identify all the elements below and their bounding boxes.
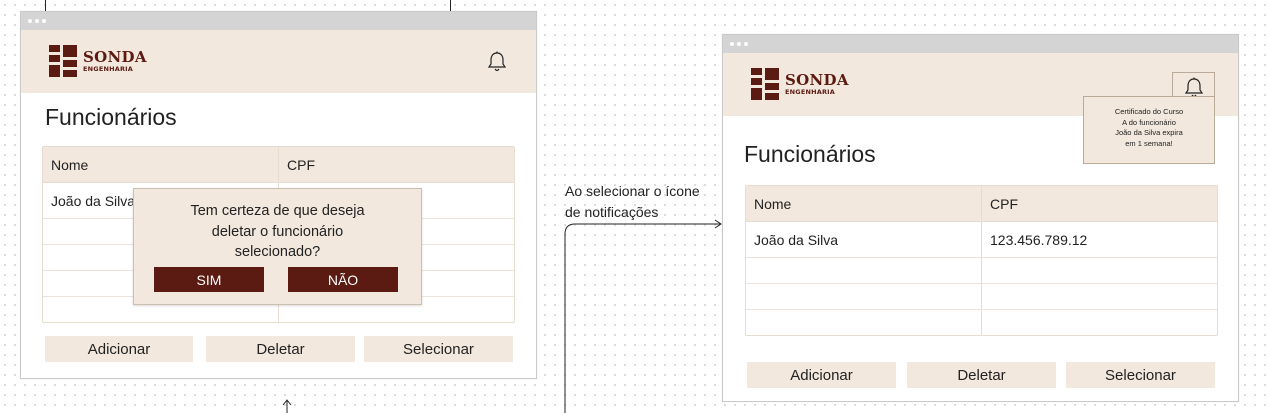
logo[interactable]: SONDA ENGENHARIA bbox=[751, 68, 849, 100]
select-button[interactable]: Selecionar bbox=[364, 336, 513, 362]
table-row[interactable] bbox=[746, 258, 1217, 284]
bell-icon[interactable] bbox=[487, 51, 507, 73]
window-titlebar bbox=[723, 35, 1238, 53]
notification-line2: A do funcionário bbox=[1122, 117, 1176, 127]
add-button[interactable]: Adicionar bbox=[747, 362, 896, 388]
confirm-no-button[interactable]: NÃO bbox=[288, 267, 398, 292]
page-title: Funcionários bbox=[45, 104, 177, 130]
delete-button[interactable]: Deletar bbox=[907, 362, 1056, 388]
table-row[interactable] bbox=[746, 310, 1217, 335]
logo-title: SONDA bbox=[785, 70, 849, 89]
column-header-name[interactable]: Nome bbox=[43, 147, 279, 182]
notification-popover: Certificado do Curso A do funcionário Jo… bbox=[1083, 96, 1215, 164]
dialog-text-line2: deletar o funcionário bbox=[211, 223, 344, 240]
table-header: Nome CPF bbox=[746, 186, 1217, 222]
logo[interactable]: SONDA ENGENHARIA bbox=[49, 45, 147, 77]
logo-title: SONDA bbox=[83, 47, 147, 66]
add-button[interactable]: Adicionar bbox=[45, 336, 193, 362]
notification-line1: Certificado do Curso bbox=[1114, 107, 1184, 116]
table-row[interactable] bbox=[746, 284, 1217, 310]
logo-subtitle: ENGENHARIA bbox=[83, 64, 134, 73]
select-button[interactable]: Selecionar bbox=[1066, 362, 1215, 388]
delete-button[interactable]: Deletar bbox=[206, 336, 355, 362]
column-header-name[interactable]: Nome bbox=[746, 186, 982, 221]
annotation-note: Ao selecionar o ícone de notificações bbox=[565, 181, 700, 223]
notification-line3: João da Silva expira bbox=[1115, 128, 1183, 137]
logo-subtitle: ENGENHARIA bbox=[785, 87, 836, 96]
notification-line4: em 1 semana! bbox=[1125, 138, 1173, 148]
annotation-line1: Ao selecionar o ícone bbox=[565, 183, 700, 199]
dialog-text-line1: Tem certeza de que deseja bbox=[190, 203, 365, 219]
employees-table: Nome CPF João da Silva 123.456.789.12 bbox=[745, 185, 1218, 336]
right-window: SONDA ENGENHARIA Funcionários Nome CPF J… bbox=[722, 34, 1239, 402]
window-titlebar bbox=[21, 12, 536, 30]
column-header-cpf[interactable]: CPF bbox=[982, 186, 1217, 221]
confirm-yes-button[interactable]: SIM bbox=[154, 267, 264, 292]
logo-mark-icon bbox=[751, 68, 779, 100]
annotation-line2: de notificações bbox=[565, 204, 659, 220]
window-dots bbox=[730, 42, 748, 46]
cell-name: João da Silva bbox=[746, 222, 982, 257]
page-title: Funcionários bbox=[744, 141, 876, 167]
dialog-text-line3: selecionado? bbox=[234, 244, 321, 260]
cell-cpf: 123.456.789.12 bbox=[990, 231, 1088, 248]
confirm-delete-dialog: Tem certeza de que deseja deletar o func… bbox=[133, 188, 422, 305]
logo-mark-icon bbox=[49, 45, 77, 77]
arrow-up-icon bbox=[282, 399, 292, 413]
column-header-cpf[interactable]: CPF bbox=[279, 147, 514, 182]
table-row[interactable]: João da Silva 123.456.789.12 bbox=[746, 222, 1217, 258]
arrow-right-icon bbox=[564, 219, 722, 413]
window-dots bbox=[28, 19, 46, 23]
table-header: Nome CPF bbox=[43, 147, 514, 183]
app-header: SONDA ENGENHARIA bbox=[21, 30, 536, 93]
